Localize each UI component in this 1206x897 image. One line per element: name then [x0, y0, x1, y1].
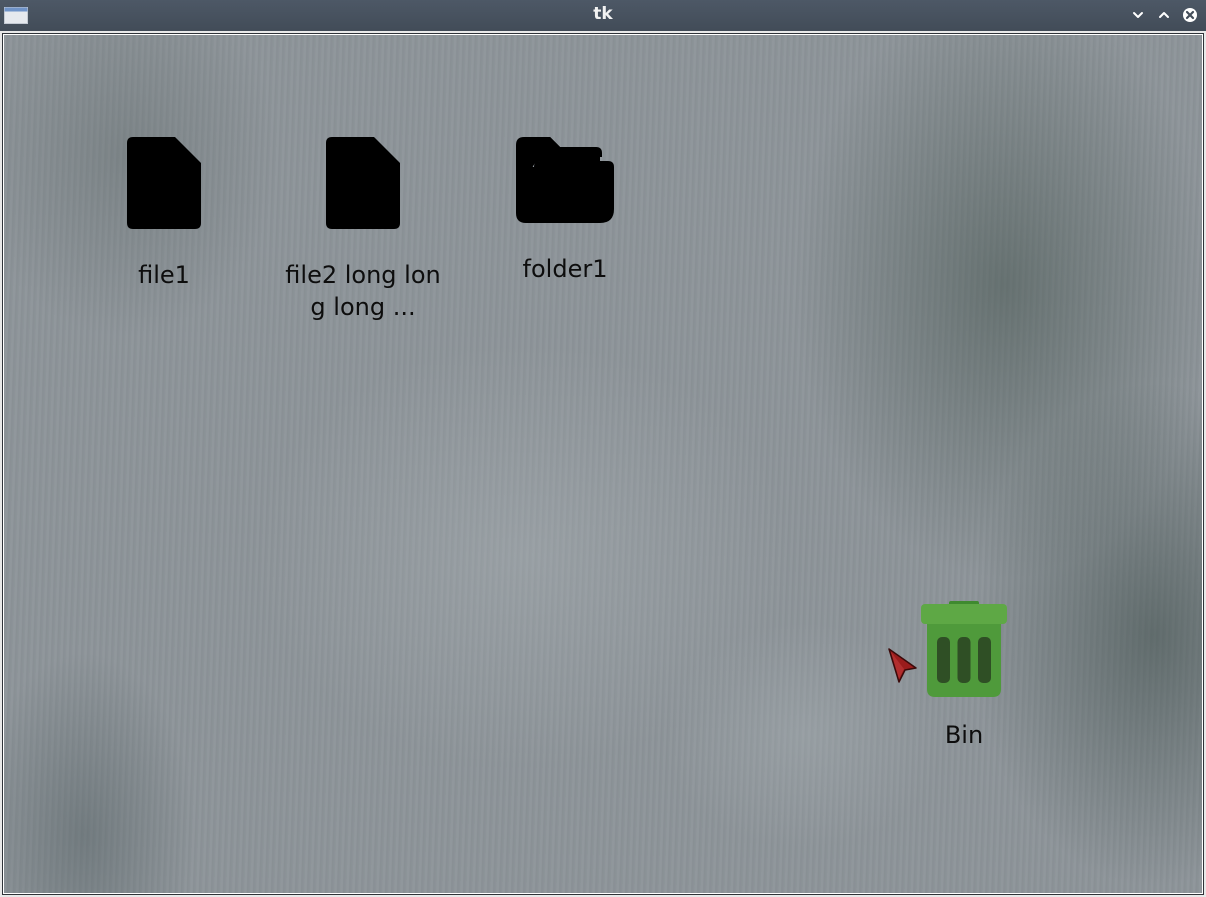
desktop-item-label: file2 long long long ... [285, 261, 441, 321]
file-icon [326, 137, 400, 229]
desktop-item-label: folder1 [522, 255, 608, 283]
chevron-up-icon[interactable] [1156, 7, 1172, 23]
desktop-item-file2[interactable]: file2 long long long ... [280, 137, 446, 323]
desktop-item-folder1[interactable]: folder1 [480, 137, 650, 285]
desktop-item-label: Bin [944, 721, 984, 749]
file-icon [127, 137, 201, 229]
tk-window: tk file1 file2 long long long ... folder… [0, 0, 1206, 897]
folder-icon [516, 137, 614, 223]
chevron-down-icon[interactable] [1130, 7, 1146, 23]
desktop-item-file1[interactable]: file1 [79, 137, 249, 291]
title-bar[interactable]: tk [0, 0, 1206, 31]
trash-bin-icon [921, 601, 1007, 697]
window-title: tk [593, 4, 613, 24]
desktop-canvas[interactable]: file1 file2 long long long ... folder1 B… [4, 35, 1202, 893]
desktop-item-label: file1 [138, 261, 190, 289]
canvas-frame: file1 file2 long long long ... folder1 B… [2, 33, 1204, 895]
close-icon[interactable] [1182, 7, 1198, 23]
mouse-pointer-icon [888, 648, 917, 683]
